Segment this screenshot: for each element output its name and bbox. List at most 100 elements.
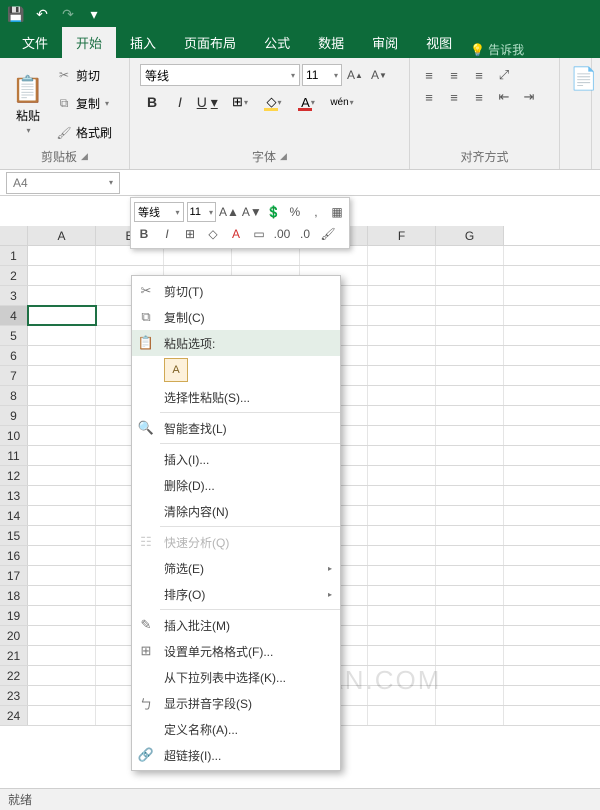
ctx-cut[interactable]: ✂剪切(T) xyxy=(132,278,340,304)
ctx-show-phonetic[interactable]: ㄅ显示拼音字段(S) xyxy=(132,690,340,716)
cell[interactable] xyxy=(28,506,96,525)
cell[interactable] xyxy=(368,366,436,385)
mt-fill-icon[interactable]: ◇ xyxy=(203,224,223,244)
cell[interactable] xyxy=(436,366,504,385)
format-painter-button[interactable]: 🖌格式刷 xyxy=(56,124,112,141)
cell[interactable] xyxy=(436,666,504,685)
cell[interactable] xyxy=(368,566,436,585)
cell[interactable] xyxy=(28,306,96,325)
row-header[interactable]: 5 xyxy=(0,326,28,345)
cell[interactable] xyxy=(28,366,96,385)
cell[interactable] xyxy=(368,546,436,565)
cell[interactable] xyxy=(28,686,96,705)
cell[interactable] xyxy=(368,346,436,365)
row-header[interactable]: 17 xyxy=(0,566,28,585)
cell[interactable] xyxy=(436,706,504,725)
cell[interactable] xyxy=(436,286,504,305)
tab-pagelayout[interactable]: 页面布局 xyxy=(170,27,250,58)
cell[interactable] xyxy=(368,526,436,545)
align-center-icon[interactable]: ≡ xyxy=(443,86,465,108)
mt-font-select[interactable]: 等线▾ xyxy=(134,202,184,222)
dialog-launcher-icon[interactable]: ◢ xyxy=(280,151,287,162)
bold-button[interactable]: B xyxy=(140,91,164,113)
mt-decrease-font-icon[interactable]: A▼ xyxy=(242,202,262,222)
cell[interactable] xyxy=(368,426,436,445)
underline-button[interactable]: U▾ xyxy=(196,91,220,113)
font-size-select[interactable]: 11▾ xyxy=(302,64,342,86)
row-header[interactable]: 9 xyxy=(0,406,28,425)
row-header[interactable]: 19 xyxy=(0,606,28,625)
row-header[interactable]: 4 xyxy=(0,306,28,325)
cell[interactable] xyxy=(368,306,436,325)
paste-keep-text-icon[interactable]: A xyxy=(164,358,188,382)
ctx-format-cells[interactable]: ⊞设置单元格格式(F)... xyxy=(132,638,340,664)
row-header[interactable]: 8 xyxy=(0,386,28,405)
cell[interactable] xyxy=(28,326,96,345)
cell[interactable] xyxy=(28,566,96,585)
ctx-copy[interactable]: ⧉复制(C) xyxy=(132,304,340,330)
ctx-clear[interactable]: 清除内容(N) xyxy=(132,498,340,524)
cell[interactable] xyxy=(436,386,504,405)
mt-dec-decimal-icon[interactable]: .0 xyxy=(295,224,315,244)
mt-border-icon[interactable]: ⊞ xyxy=(180,224,200,244)
ctx-insert[interactable]: 插入(I)... xyxy=(132,446,340,472)
cell[interactable] xyxy=(28,526,96,545)
save-icon[interactable]: 💾 xyxy=(6,4,26,24)
select-all-button[interactable] xyxy=(0,226,28,245)
cell[interactable] xyxy=(436,646,504,665)
cell[interactable] xyxy=(28,446,96,465)
column-header[interactable]: A xyxy=(28,226,96,245)
italic-button[interactable]: I xyxy=(168,91,192,113)
tab-file[interactable]: 文件 xyxy=(8,27,62,58)
cell[interactable] xyxy=(436,486,504,505)
ctx-define-name[interactable]: 定义名称(A)... xyxy=(132,716,340,742)
row-header[interactable]: 10 xyxy=(0,426,28,445)
cell[interactable] xyxy=(28,586,96,605)
row-header[interactable]: 20 xyxy=(0,626,28,645)
phonetic-button[interactable]: wén▾ xyxy=(328,91,356,113)
cell[interactable] xyxy=(368,386,436,405)
ctx-hyperlink[interactable]: 🔗超链接(I)... xyxy=(132,742,340,768)
row-header[interactable]: 23 xyxy=(0,686,28,705)
font-color-button[interactable]: A▾ xyxy=(294,91,322,113)
row-header[interactable]: 15 xyxy=(0,526,28,545)
row-header[interactable]: 1 xyxy=(0,246,28,265)
row-header[interactable]: 2 xyxy=(0,266,28,285)
cell[interactable] xyxy=(436,586,504,605)
ctx-paste-options[interactable]: 📋粘贴选项: xyxy=(132,330,340,356)
cell[interactable] xyxy=(436,506,504,525)
cell[interactable] xyxy=(368,646,436,665)
indent-decrease-icon[interactable]: ⇤ xyxy=(493,86,515,108)
mt-size-select[interactable]: 11▾ xyxy=(187,202,216,222)
ctx-filter[interactable]: 筛选(E)▸ xyxy=(132,555,340,581)
mt-conditional-icon[interactable]: ▦ xyxy=(328,202,346,222)
row-header[interactable]: 3 xyxy=(0,286,28,305)
mt-inc-decimal-icon[interactable]: .00 xyxy=(272,224,292,244)
mt-merge-icon[interactable]: ▭ xyxy=(249,224,269,244)
cell[interactable] xyxy=(368,466,436,485)
mt-fontcolor-icon[interactable]: A xyxy=(226,224,246,244)
cell[interactable] xyxy=(28,486,96,505)
cell[interactable] xyxy=(436,306,504,325)
cell[interactable] xyxy=(368,506,436,525)
align-bottom-icon[interactable]: ≡ xyxy=(468,64,490,86)
row-header[interactable]: 16 xyxy=(0,546,28,565)
decrease-font-icon[interactable]: A▼ xyxy=(368,64,390,86)
row-header[interactable]: 12 xyxy=(0,466,28,485)
mt-increase-font-icon[interactable]: A▲ xyxy=(219,202,239,222)
ctx-paste-special[interactable]: 选择性粘贴(S)... xyxy=(132,384,340,410)
cell[interactable] xyxy=(28,466,96,485)
cell[interactable] xyxy=(436,246,504,265)
cut-button[interactable]: ✂剪切 xyxy=(56,67,112,84)
row-header[interactable]: 22 xyxy=(0,666,28,685)
cell[interactable] xyxy=(368,446,436,465)
align-left-icon[interactable]: ≡ xyxy=(418,86,440,108)
cell[interactable] xyxy=(368,606,436,625)
ctx-sort[interactable]: 排序(O)▸ xyxy=(132,581,340,607)
cell[interactable] xyxy=(28,546,96,565)
cell[interactable] xyxy=(28,626,96,645)
cell[interactable] xyxy=(28,706,96,725)
cell[interactable] xyxy=(28,406,96,425)
cell[interactable] xyxy=(368,706,436,725)
cell[interactable] xyxy=(436,566,504,585)
